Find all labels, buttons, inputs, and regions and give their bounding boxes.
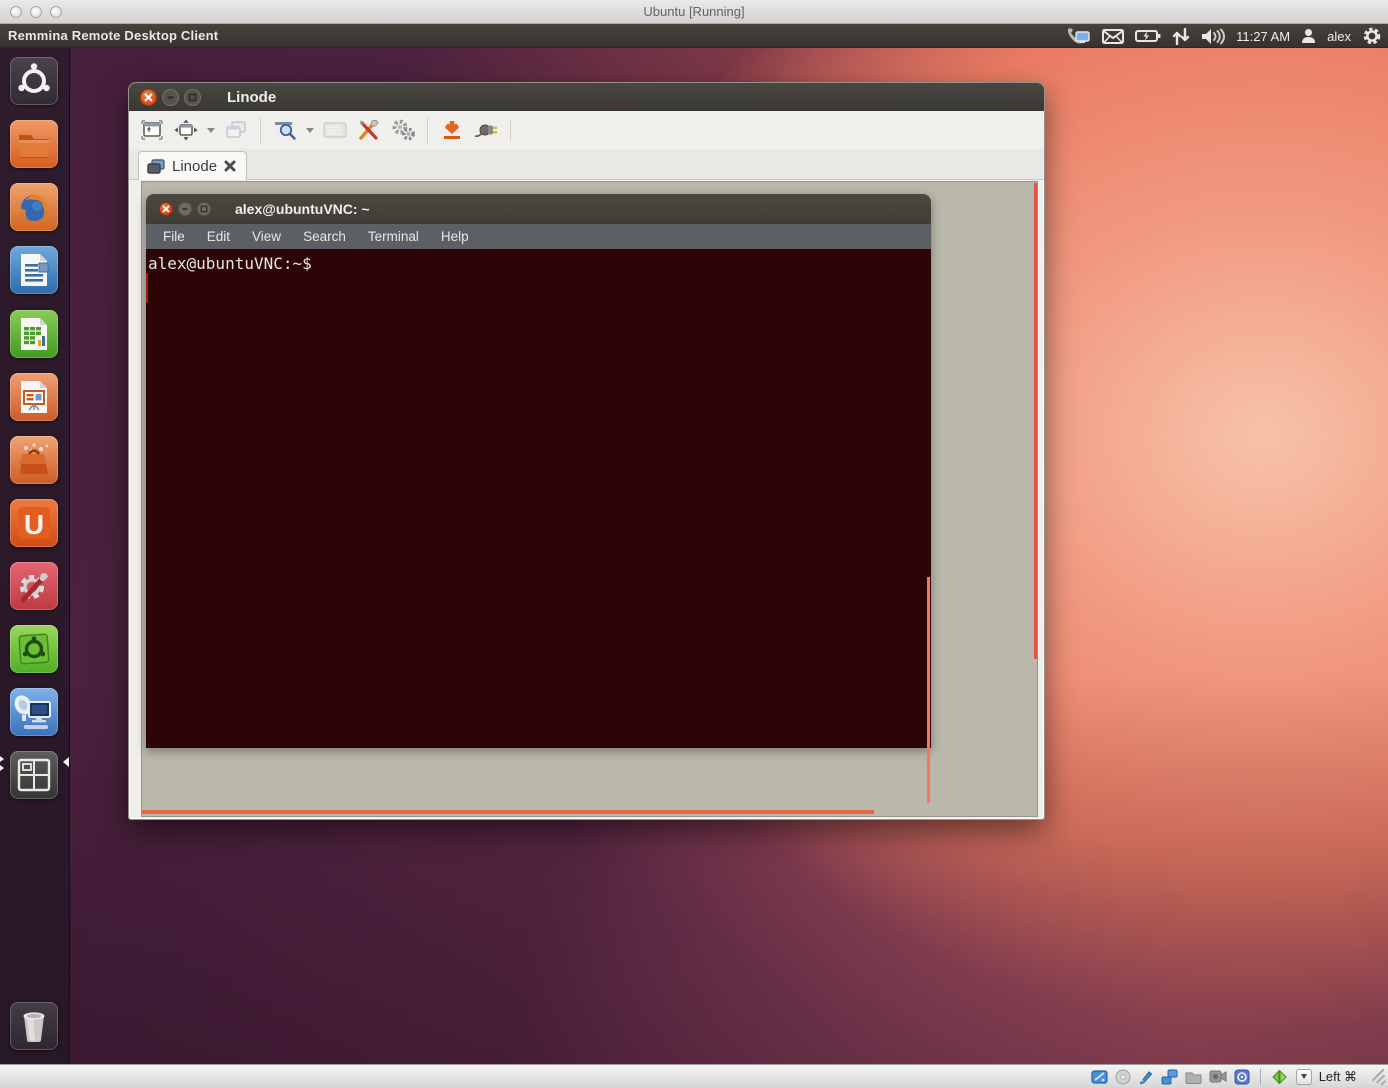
host-window-title: Ubuntu [Running]	[0, 4, 1388, 19]
terminal-maximize-button[interactable]	[197, 202, 211, 216]
launcher-item-dash[interactable]	[10, 57, 58, 105]
ubuntu-one-glyph: U	[24, 509, 44, 540]
launcher-item-workspace-switcher[interactable]	[10, 751, 58, 799]
tools-button[interactable]	[354, 115, 384, 145]
redraw-artifact-line	[927, 577, 930, 803]
session-gear-icon[interactable]	[1362, 26, 1382, 46]
terminal-output-area[interactable]: alex@ubuntuVNC:~$	[146, 249, 931, 748]
tab-close-icon[interactable]	[224, 160, 236, 172]
active-app-title: Remmina Remote Desktop Client	[8, 28, 218, 43]
terminal-titlebar[interactable]: alex@ubuntuVNC: ~	[146, 194, 931, 224]
duplicate-connection-button[interactable]	[221, 115, 251, 145]
launcher-item-libreoffice-calc[interactable]	[10, 310, 58, 358]
fullscreen-button[interactable]	[137, 115, 167, 145]
virtualbox-host-window: Ubuntu [Running] Remmina Remote Desktop …	[0, 0, 1388, 1088]
user-silhouette-icon[interactable]	[1301, 28, 1316, 44]
window-maximize-button[interactable]	[184, 89, 201, 106]
hard-disk-icon[interactable]	[1091, 1069, 1108, 1085]
fit-window-menu-caret[interactable]	[207, 128, 215, 133]
launcher-item-ubuntu-one[interactable]: U	[10, 499, 58, 547]
window-close-button[interactable]	[140, 89, 157, 106]
launcher-item-libreoffice-impress[interactable]	[10, 373, 58, 421]
battery-charging-icon[interactable]	[1135, 29, 1161, 43]
shared-folder-icon[interactable]	[1185, 1070, 1202, 1084]
scaled-view-menu-caret[interactable]	[306, 128, 314, 133]
usb-device-icon[interactable]	[1234, 1069, 1250, 1085]
remmina-focused-arrow	[63, 757, 69, 767]
launcher-item-trash[interactable]	[10, 1002, 58, 1050]
indicator-tray: 11:27 AM alex	[1065, 24, 1382, 48]
terminal-menubar: File Edit View Search Terminal Help	[146, 224, 931, 249]
remmina-toolbar	[129, 111, 1044, 149]
fit-window-button[interactable]	[171, 115, 201, 145]
terminal-close-button[interactable]	[159, 202, 173, 216]
menu-edit[interactable]: Edit	[196, 229, 241, 244]
menu-help[interactable]: Help	[430, 229, 480, 244]
video-capture-icon[interactable]	[1209, 1070, 1227, 1083]
menu-terminal[interactable]: Terminal	[357, 229, 430, 244]
menu-file[interactable]: File	[152, 229, 196, 244]
resize-grip[interactable]	[1370, 1070, 1384, 1084]
launcher-item-system-settings[interactable]	[10, 562, 58, 610]
display-edit-icon[interactable]	[1138, 1069, 1154, 1085]
window-minimize-button[interactable]	[162, 89, 179, 106]
launcher-item-firefox[interactable]	[10, 183, 58, 231]
terminal-window-title: alex@ubuntuVNC: ~	[235, 201, 370, 217]
tab-label: Linode	[172, 158, 217, 175]
launcher-item-remmina[interactable]	[10, 688, 58, 736]
disconnect-button[interactable]	[471, 115, 501, 145]
menu-view[interactable]: View	[241, 229, 292, 244]
launcher-item-home-folder[interactable]	[10, 120, 58, 168]
keyboard-grab-button[interactable]	[320, 115, 350, 145]
clock-indicator[interactable]: 11:27 AM	[1236, 29, 1290, 44]
vbox-features-icon[interactable]	[1271, 1069, 1289, 1085]
scaled-view-button[interactable]	[270, 115, 300, 145]
redraw-artifact-line	[1034, 183, 1037, 659]
minimize-to-tray-button[interactable]	[437, 115, 467, 145]
remote-desktop-viewport[interactable]: alex@ubuntuVNC: ~ File Edit View Search …	[141, 181, 1038, 817]
host-titlebar[interactable]: Ubuntu [Running]	[0, 0, 1388, 24]
redraw-artifact-line	[146, 273, 148, 303]
unity-launcher: U	[0, 48, 70, 1064]
host-key-menu-button[interactable]	[1296, 1069, 1312, 1085]
shell-prompt: alex@ubuntuVNC:~$	[148, 254, 312, 273]
tab-connection-icon	[147, 159, 165, 174]
launcher-item-software-center[interactable]	[10, 436, 58, 484]
terminal-minimize-button[interactable]	[178, 202, 192, 216]
mail-envelope-icon[interactable]	[1102, 29, 1124, 44]
remmina-titlebar[interactable]: Linode	[129, 83, 1044, 111]
remote-connection-icon[interactable]	[1065, 27, 1091, 45]
menu-search[interactable]: Search	[292, 229, 357, 244]
remmina-window-title: Linode	[227, 89, 276, 106]
network-icon[interactable]	[1161, 1069, 1178, 1085]
connection-tab-linode[interactable]: Linode	[138, 151, 247, 180]
virtualbox-statusbar: Left ⌘	[0, 1064, 1388, 1088]
sync-arrows-icon[interactable]	[1172, 28, 1190, 45]
session-username[interactable]: alex	[1327, 29, 1351, 44]
remmina-running-pip	[0, 756, 4, 762]
gnome-terminal-window[interactable]: alex@ubuntuVNC: ~ File Edit View Search …	[146, 194, 931, 748]
launcher-item-libreoffice-writer[interactable]	[10, 246, 58, 294]
remmina-window: Linode	[128, 82, 1045, 820]
remmina-tabbar: Linode	[129, 149, 1044, 180]
optical-disc-icon[interactable]	[1115, 1069, 1131, 1085]
remmina-running-pip	[0, 765, 4, 771]
ubuntu-top-panel: Remmina Remote Desktop Client 11:27 AM a…	[0, 24, 1388, 48]
preferences-button[interactable]	[388, 115, 418, 145]
volume-icon[interactable]	[1201, 28, 1225, 45]
launcher-item-software-updater[interactable]	[10, 625, 58, 673]
host-key-indicator: Left ⌘	[1319, 1069, 1357, 1085]
redraw-artifact-line	[142, 810, 874, 814]
